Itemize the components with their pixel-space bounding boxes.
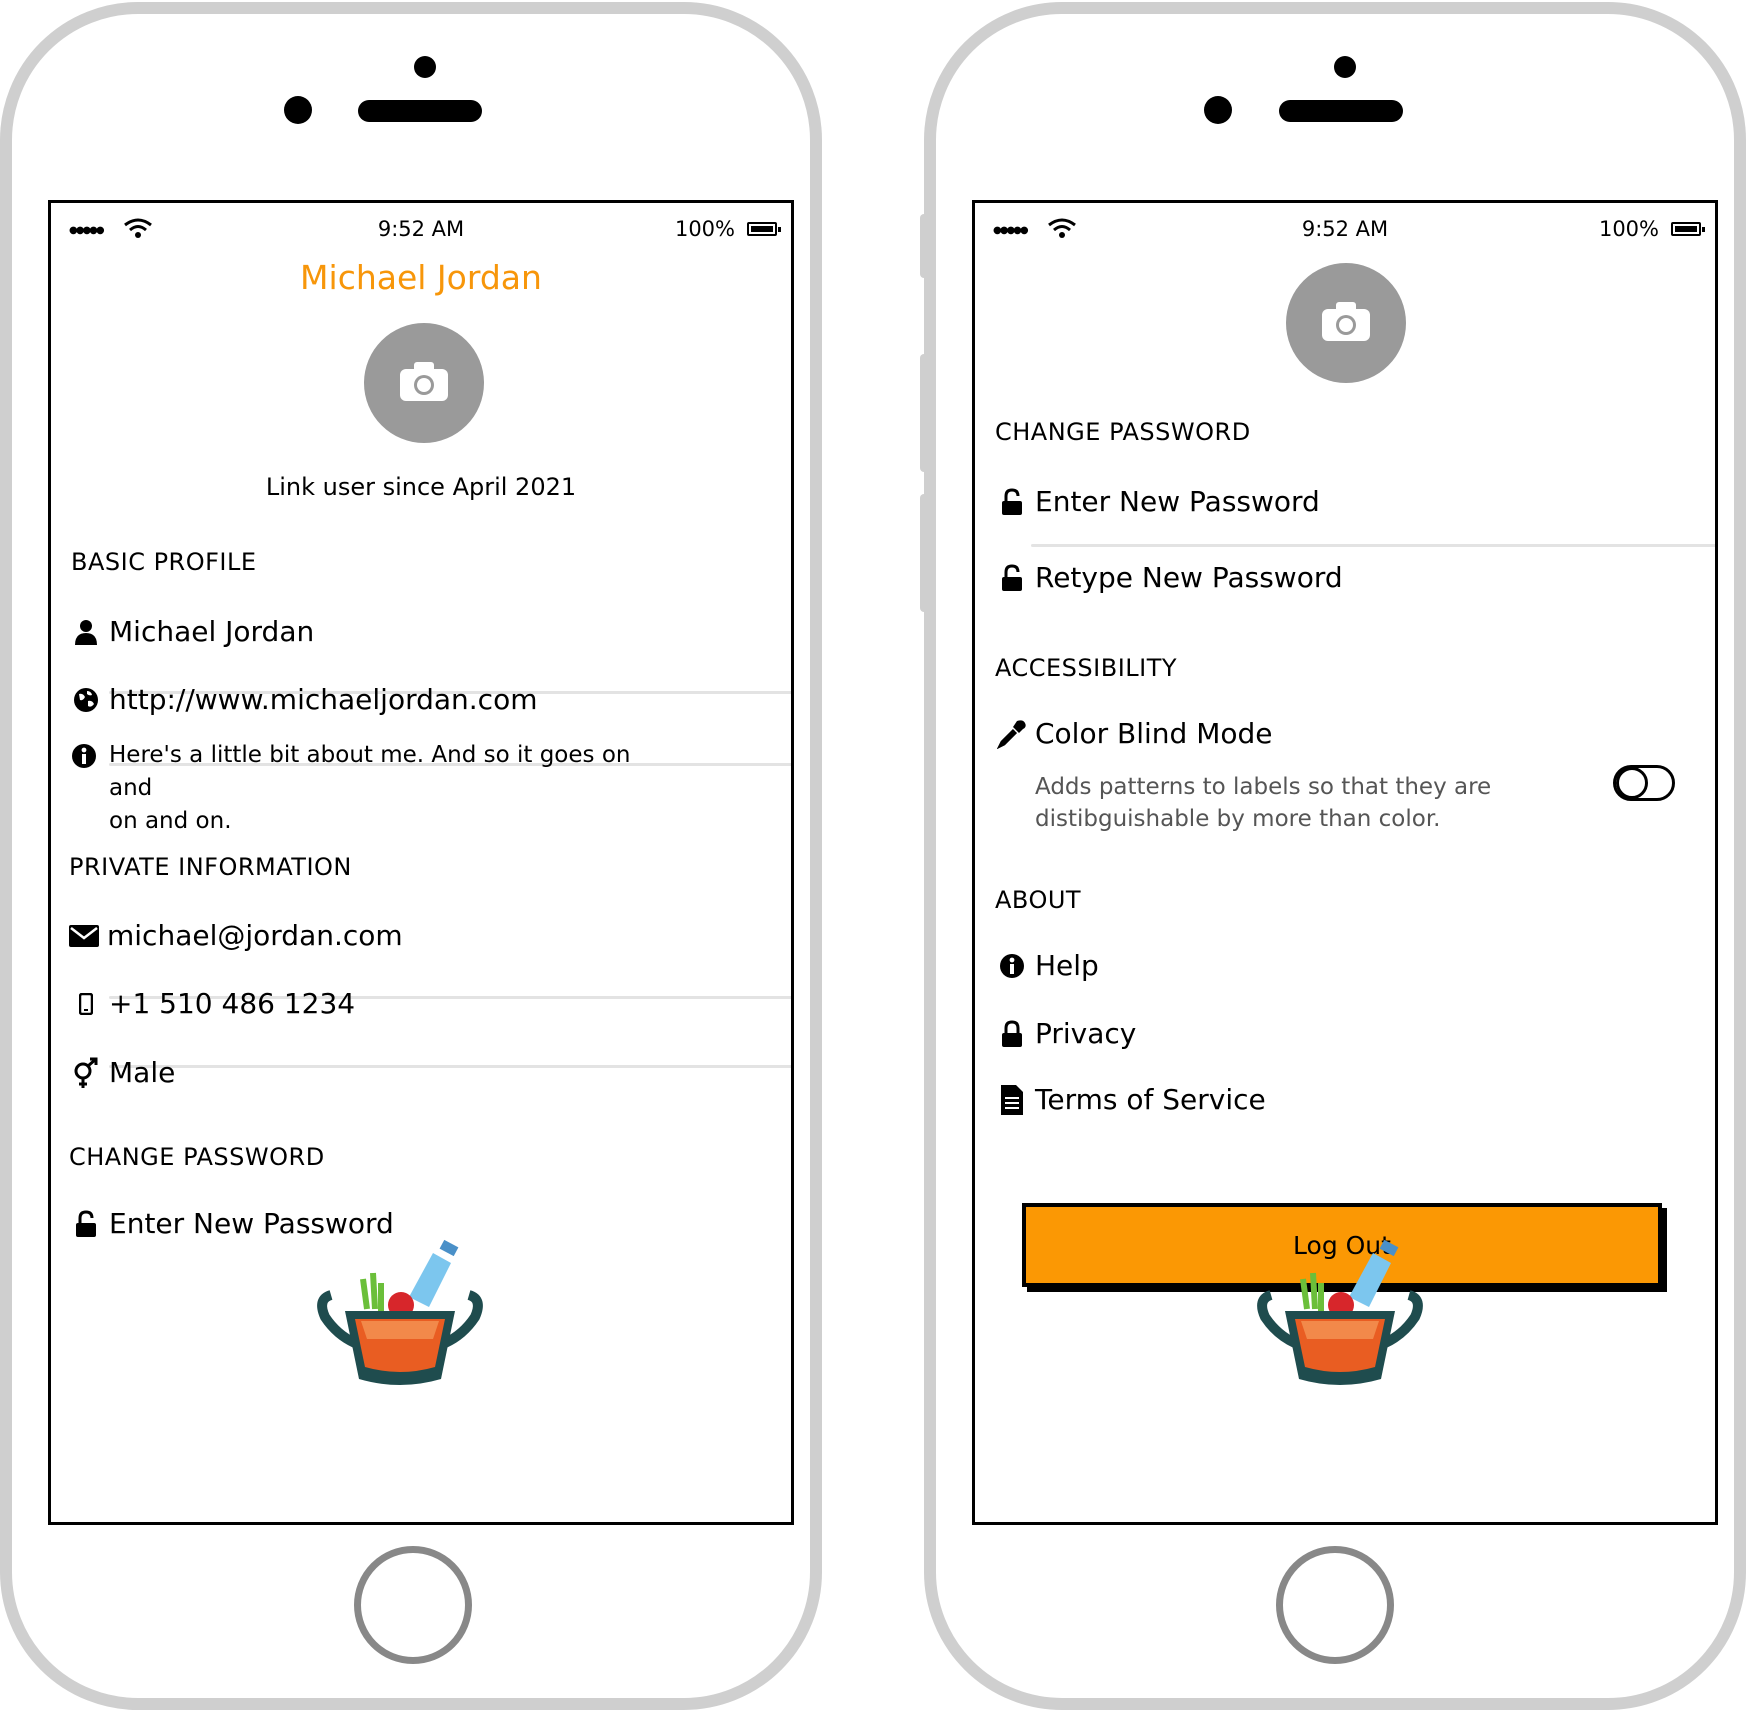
color-blind-mode-toggle[interactable]: [1613, 765, 1675, 801]
color-blind-mode-label: Color Blind Mode: [997, 717, 1272, 750]
privacy-label: Privacy: [1035, 1017, 1137, 1050]
earpiece-speaker: [1279, 100, 1403, 122]
section-accessibility: ACCESSIBILITY: [995, 654, 1178, 682]
volume-down-button: [920, 494, 928, 612]
envelope-icon: [69, 924, 99, 947]
website-field[interactable]: http://www.michaeljordan.com: [71, 683, 537, 716]
front-camera: [284, 96, 312, 124]
help-link[interactable]: Help: [997, 949, 1099, 982]
globe-icon: [71, 687, 101, 713]
unlock-icon: [71, 1209, 101, 1238]
terms-link[interactable]: Terms of Service: [997, 1083, 1266, 1116]
volume-down-button: [0, 494, 4, 612]
basket-logo: [317, 1239, 483, 1385]
home-button[interactable]: [354, 1546, 472, 1664]
section-private-information: PRIVATE INFORMATION: [69, 853, 352, 881]
phone-value: +1 510 486 1234: [109, 987, 356, 1020]
new-password-placeholder: Enter New Password: [1035, 485, 1320, 518]
name-field[interactable]: Michael Jordan: [71, 615, 314, 648]
avatar-upload[interactable]: [1286, 263, 1406, 383]
unlock-icon: [997, 563, 1027, 592]
phone-frame-profile: ●●●●● 9:52 AM 100% Michael Jordan Link u…: [0, 2, 822, 1710]
divider: [1031, 544, 1715, 547]
privacy-link[interactable]: Privacy: [997, 1017, 1136, 1050]
proximity-sensor: [1334, 56, 1356, 78]
status-bar: ●●●●● 9:52 AM 100%: [51, 203, 791, 253]
retype-password-placeholder: Retype New Password: [1035, 561, 1343, 594]
avatar-upload[interactable]: [364, 323, 484, 443]
new-password-field[interactable]: Enter New Password: [997, 485, 1320, 518]
section-change-password: CHANGE PASSWORD: [69, 1143, 325, 1171]
name-value: Michael Jordan: [109, 615, 315, 648]
unlock-icon: [997, 487, 1027, 516]
section-change-password: CHANGE PASSWORD: [995, 418, 1251, 446]
section-basic-profile: BASIC PROFILE: [71, 548, 257, 576]
color-blind-mode-title: Color Blind Mode: [1035, 717, 1273, 750]
mobile-icon: [71, 992, 101, 1015]
gender-icon: [71, 1057, 101, 1089]
email-value: michael@jordan.com: [107, 919, 403, 952]
retype-password-field[interactable]: Retype New Password: [997, 561, 1343, 594]
divider: [109, 1065, 791, 1068]
battery-percent: 100%: [1598, 217, 1659, 241]
new-password-placeholder: Enter New Password: [109, 1207, 394, 1240]
info-icon: [997, 953, 1027, 979]
gender-value: Male: [109, 1056, 176, 1089]
info-icon: [71, 739, 101, 838]
email-field[interactable]: michael@jordan.com: [69, 919, 403, 952]
profile-screen: ●●●●● 9:52 AM 100% Michael Jordan Link u…: [48, 200, 794, 1525]
bio-line-2: on and on.: [109, 808, 232, 834]
eyedropper-icon: [997, 719, 1027, 749]
user-icon: [71, 619, 101, 645]
battery-percent: 100%: [674, 217, 735, 241]
gender-field[interactable]: Male: [71, 1056, 175, 1089]
basket-logo: [1257, 1239, 1423, 1385]
camera-icon: [1322, 302, 1370, 341]
website-value: http://www.michaeljordan.com: [109, 683, 538, 716]
proximity-sensor: [414, 56, 436, 78]
settings-screen: ●●●●● 9:52 AM 100% CHANGE PASSWORD Enter…: [972, 200, 1718, 1525]
lock-icon: [997, 1019, 1027, 1048]
volume-up-button: [920, 354, 928, 472]
terms-label: Terms of Service: [1035, 1083, 1266, 1116]
phone-field[interactable]: +1 510 486 1234: [71, 987, 355, 1020]
section-about: ABOUT: [995, 886, 1082, 914]
document-icon: [997, 1084, 1027, 1116]
volume-up-button: [0, 354, 4, 472]
earpiece-speaker: [358, 100, 482, 122]
profile-name-title: Michael Jordan: [300, 258, 542, 297]
member-since: Link user since April 2021: [265, 473, 577, 501]
bio-field[interactable]: Here's a little bit about me. And so it …: [71, 739, 631, 838]
help-label: Help: [1035, 949, 1099, 982]
new-password-field[interactable]: Enter New Password: [71, 1207, 394, 1240]
front-camera: [1204, 96, 1232, 124]
camera-icon: [400, 362, 448, 401]
mute-switch: [920, 214, 928, 278]
toggle-knob: [1616, 767, 1648, 799]
bio-line-1: Here's a little bit about me. And so it …: [109, 742, 631, 801]
mute-switch: [0, 214, 4, 278]
color-blind-mode-description: Adds patterns to labels so that they are…: [1035, 774, 1492, 832]
home-button[interactable]: [1276, 1546, 1394, 1664]
phone-frame-settings: ●●●●● 9:52 AM 100% CHANGE PASSWORD Enter…: [920, 2, 1746, 1710]
status-bar: ●●●●● 9:52 AM 100%: [975, 203, 1715, 253]
battery-icon: [747, 222, 777, 236]
battery-icon: [1671, 222, 1701, 236]
